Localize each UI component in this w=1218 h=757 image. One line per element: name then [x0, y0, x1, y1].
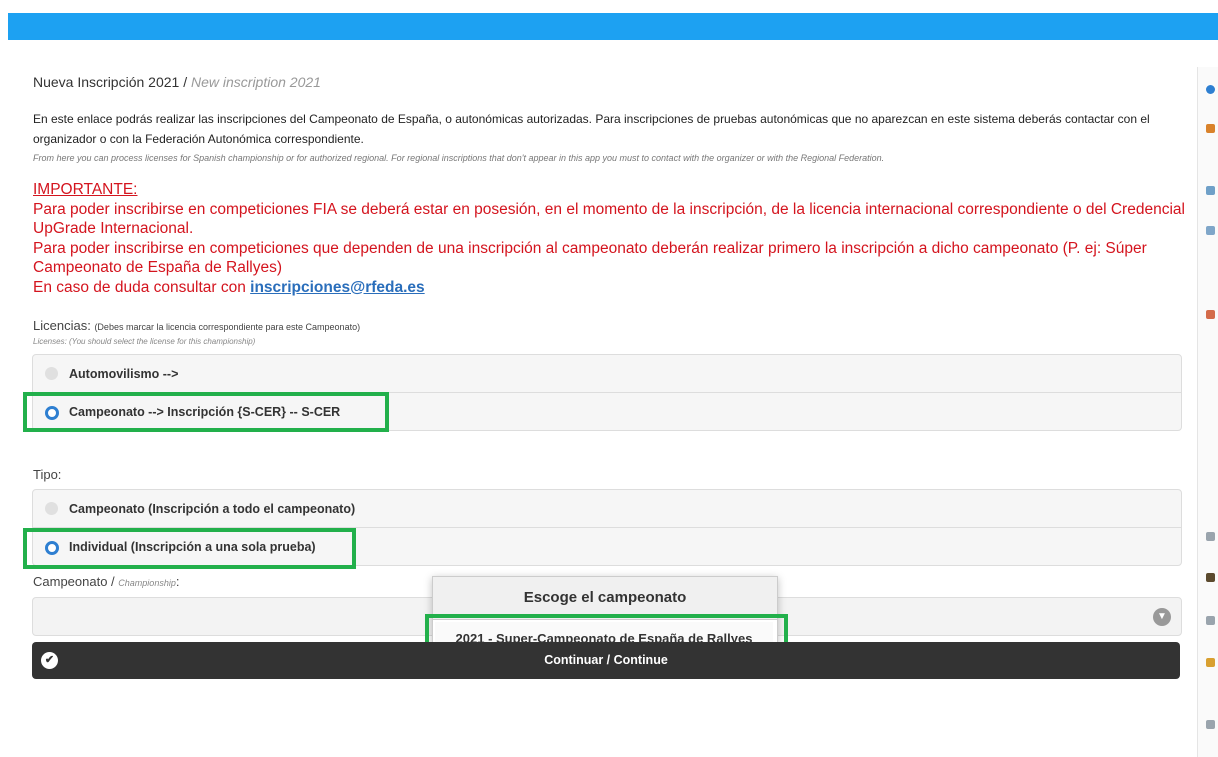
- campeonato-label: Campeonato / Championship:: [33, 574, 179, 589]
- title-es: Nueva Inscripción 2021: [33, 74, 180, 90]
- document-icon[interactable]: [1206, 310, 1215, 319]
- important-line-1: Para poder inscribirse en competiciones …: [33, 200, 1185, 238]
- email-link[interactable]: inscripciones@rfeda.es: [250, 279, 425, 296]
- important-title: IMPORTANTE:: [33, 181, 138, 198]
- card-icon[interactable]: [1206, 186, 1215, 195]
- page-title: Nueva Inscripción 2021 / New inscription…: [33, 74, 321, 90]
- right-sidebar: [1197, 67, 1218, 757]
- box-icon[interactable]: [1206, 658, 1215, 667]
- car-icon[interactable]: [1206, 532, 1215, 541]
- licencias-label: Licencias: (Debes marcar la licencia cor…: [33, 318, 360, 333]
- user-icon[interactable]: [1206, 124, 1215, 133]
- continue-label: Continuar / Continue: [544, 653, 668, 667]
- licencias-hint: (Debes marcar la licencia correspondient…: [94, 322, 361, 332]
- licencia-option-label: Automovilismo -->: [69, 366, 179, 381]
- radio-unchecked-icon[interactable]: [45, 367, 58, 380]
- tipo-option-campeonato[interactable]: Campeonato (Inscripción a todo el campeo…: [33, 490, 1181, 528]
- radio-unchecked-icon[interactable]: [45, 502, 58, 515]
- chevron-down-icon[interactable]: ▼: [1153, 608, 1171, 626]
- important-line-2: Para poder inscribirse en competiciones …: [33, 239, 1147, 277]
- highlight-box-licencia: [23, 392, 389, 432]
- info-icon[interactable]: [1206, 85, 1215, 94]
- tipo-label: Tipo:: [33, 467, 62, 482]
- licencia-option-automovilismo[interactable]: Automovilismo -->: [33, 355, 1181, 393]
- top-bar: [8, 13, 1218, 40]
- important-line-3-prefix: En caso de duda consultar con: [33, 278, 246, 296]
- important-notice: IMPORTANTE: Para poder inscribirse en co…: [33, 180, 1193, 297]
- intro-text: En este enlace podrás realizar las inscr…: [33, 112, 1150, 146]
- campeonato-label-en: Championship: [118, 578, 176, 588]
- licencias-label-text: Licencias:: [33, 318, 91, 333]
- highlight-box-tipo: [23, 528, 356, 569]
- licencias-hint-en: Licenses: (You should select the license…: [33, 337, 256, 346]
- check-icon: ✔: [41, 652, 58, 669]
- car-icon[interactable]: [1206, 720, 1215, 729]
- helmet-icon[interactable]: [1206, 573, 1215, 582]
- cards-icon[interactable]: [1206, 226, 1215, 235]
- title-separator: /: [183, 74, 188, 90]
- tipo-option-label: Campeonato (Inscripción a todo el campeo…: [69, 501, 356, 516]
- important-line-3: En caso de duda consultar con inscripcio…: [33, 278, 1193, 298]
- car-icon[interactable]: [1206, 616, 1215, 625]
- intro-text-en: From here you can process licenses for S…: [33, 153, 885, 163]
- campeonato-label-text: Campeonato /: [33, 574, 115, 589]
- campeonato-label-colon: :: [175, 574, 180, 589]
- continue-button[interactable]: ✔ Continuar / Continue: [32, 642, 1180, 679]
- title-en: New inscription 2021: [190, 74, 321, 90]
